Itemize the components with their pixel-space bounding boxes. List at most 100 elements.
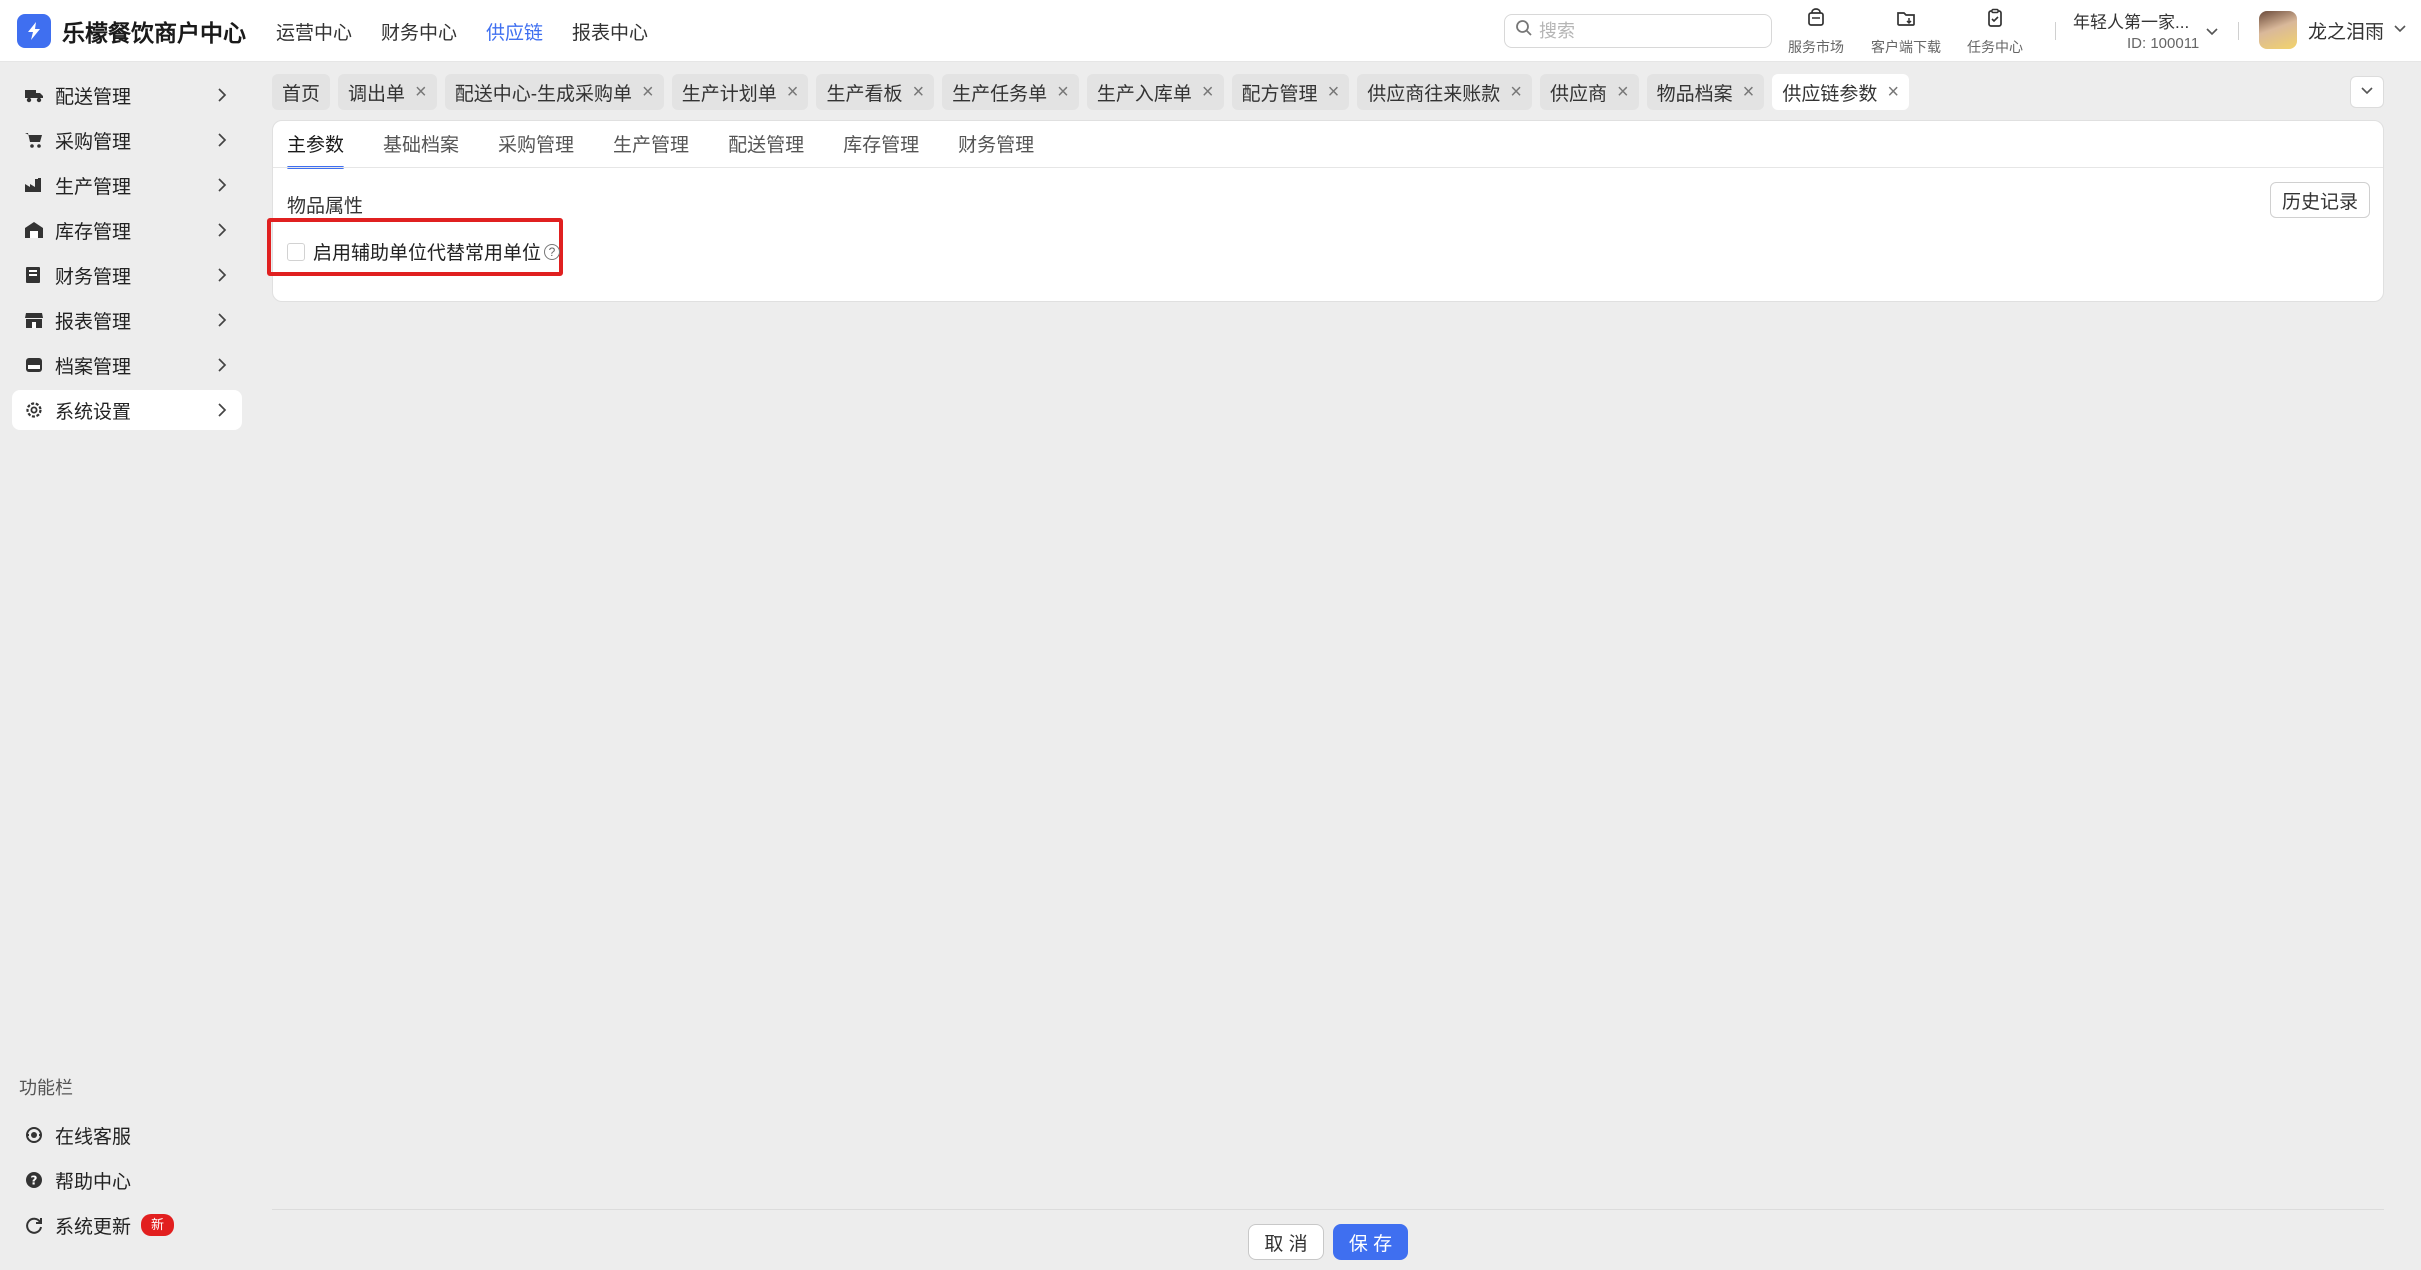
- headset-icon: [24, 1125, 44, 1145]
- tab-production-task[interactable]: 生产任务单 ×: [942, 74, 1079, 110]
- lemon-logo-icon: [17, 14, 51, 48]
- tab-transfer-out[interactable]: 调出单 ×: [338, 74, 437, 110]
- tab-supply-chain-params[interactable]: 供应链参数 ×: [1772, 74, 1910, 110]
- close-icon[interactable]: ×: [1328, 82, 1340, 102]
- topnav-operations[interactable]: 运营中心: [276, 18, 352, 45]
- close-icon[interactable]: ×: [415, 82, 427, 102]
- sidebar-item-system-update[interactable]: 系统更新 新: [12, 1205, 242, 1245]
- client-download-label: 客户端下载: [1871, 39, 1941, 55]
- topnav-finance[interactable]: 财务中心: [381, 18, 457, 45]
- user-name: 龙之泪雨: [2308, 21, 2385, 43]
- subtab-delivery[interactable]: 配送管理: [728, 130, 804, 167]
- sidebar-item-reports[interactable]: 报表管理: [12, 300, 242, 340]
- sidebar-item-label: 库存管理: [55, 221, 132, 243]
- close-icon[interactable]: ×: [642, 82, 654, 102]
- close-icon[interactable]: ×: [787, 82, 799, 102]
- close-icon[interactable]: ×: [1057, 82, 1069, 102]
- sidebar-item-label: 生产管理: [55, 176, 132, 198]
- tab-label: 生产任务单: [952, 83, 1048, 105]
- sidebar-item-inventory[interactable]: 库存管理: [12, 210, 242, 250]
- aux-unit-checkbox[interactable]: [287, 242, 305, 261]
- topnav-supply-chain[interactable]: 供应链: [486, 18, 543, 45]
- service-market-label: 服务市场: [1788, 39, 1844, 55]
- app-title: 乐檬餐饮商户中心: [62, 20, 246, 46]
- service-market-button[interactable]: 服务市场: [1788, 8, 1844, 57]
- archive-box-icon: [24, 355, 44, 375]
- sidebar: 配送管理 采购管理 生产管理 库存管理 财务管理 报表管理 档案管理 系统设置 …: [0, 62, 252, 1270]
- close-icon[interactable]: ×: [1202, 82, 1214, 102]
- search-input[interactable]: [1539, 20, 1759, 42]
- app-logo[interactable]: 乐檬餐饮商户中心: [17, 14, 246, 48]
- tab-home[interactable]: 首页: [272, 74, 331, 110]
- tab-label: 供应链参数: [1782, 83, 1878, 105]
- refresh-icon: [24, 1215, 44, 1235]
- truck-icon: [24, 85, 44, 105]
- function-bar-title: 功能栏: [19, 1078, 73, 1098]
- chevron-right-icon: [214, 86, 230, 110]
- tab-list-dropdown-button[interactable]: [2350, 76, 2384, 108]
- tab-production-inbound[interactable]: 生产入库单 ×: [1086, 74, 1224, 110]
- sidebar-item-delivery[interactable]: 配送管理: [12, 75, 242, 115]
- subtab-purchase[interactable]: 采购管理: [498, 130, 574, 167]
- top-bar: 乐檬餐饮商户中心 运营中心 财务中心 供应链 报表中心 服务市场 客户端下载 任…: [0, 0, 2421, 62]
- tab-recipe[interactable]: 配方管理 ×: [1231, 74, 1350, 110]
- subtab-production[interactable]: 生产管理: [613, 130, 689, 167]
- aux-unit-checkbox-label: 启用辅助单位代替常用单位: [313, 243, 542, 264]
- settings-panel: 主参数 基础档案 采购管理 生产管理 配送管理 库存管理 财务管理 物品属性 历…: [267, 120, 2384, 302]
- store-switcher[interactable]: 年轻人第一家... ID: 100011: [2073, 8, 2218, 52]
- top-nav: 运营中心 财务中心 供应链 报表中心: [276, 0, 677, 62]
- tab-supplier-accounts[interactable]: 供应商往来账款 ×: [1357, 74, 1532, 110]
- tab-label: 供应商: [1549, 83, 1607, 105]
- subtab-main-params[interactable]: 主参数: [287, 130, 345, 169]
- user-menu[interactable]: 龙之泪雨: [2259, 11, 2407, 49]
- chevron-right-icon: [214, 221, 230, 245]
- tab-item-archive[interactable]: 物品档案 ×: [1646, 74, 1765, 110]
- tab-label: 供应商往来账款: [1367, 83, 1501, 105]
- save-button[interactable]: 保 存: [1333, 1224, 1408, 1260]
- store-name: 年轻人第一家...: [2073, 13, 2190, 32]
- tab-label: 配送中心-生成采购单: [454, 83, 633, 105]
- close-icon[interactable]: ×: [1510, 82, 1522, 102]
- new-badge: 新: [141, 1214, 175, 1236]
- close-icon[interactable]: ×: [1617, 82, 1629, 102]
- divider: [2238, 22, 2239, 40]
- history-button[interactable]: 历史记录: [2270, 182, 2370, 218]
- warehouse-icon: [24, 220, 44, 240]
- subtab-finance[interactable]: 财务管理: [958, 130, 1034, 167]
- sidebar-item-label: 帮助中心: [55, 1171, 132, 1193]
- subtab-base-archive[interactable]: 基础档案: [383, 130, 459, 167]
- chevron-down-icon: [2360, 81, 2374, 103]
- tab-production-plan[interactable]: 生产计划单 ×: [671, 74, 809, 110]
- chevron-right-icon: [214, 356, 230, 380]
- subtab-inventory[interactable]: 库存管理: [843, 130, 919, 167]
- folder-download-icon: [1896, 8, 1916, 34]
- sidebar-item-label: 系统设置: [55, 401, 132, 423]
- close-icon[interactable]: ×: [912, 82, 924, 102]
- tab-label: 调出单: [348, 83, 406, 105]
- sidebar-item-finance[interactable]: 财务管理: [12, 255, 242, 295]
- task-center-button[interactable]: 任务中心: [1967, 8, 2023, 57]
- sidebar-item-settings[interactable]: 系统设置: [12, 390, 242, 430]
- search-box: [1504, 14, 1772, 48]
- sidebar-item-production[interactable]: 生产管理: [12, 165, 242, 205]
- close-icon[interactable]: ×: [1887, 82, 1899, 102]
- cancel-button[interactable]: 取 消: [1248, 1224, 1324, 1260]
- tab-generate-po[interactable]: 配送中心-生成采购单 ×: [444, 74, 664, 110]
- store-id: ID: 100011: [2127, 35, 2200, 52]
- sidebar-item-purchase[interactable]: 采购管理: [12, 120, 242, 160]
- tab-supplier[interactable]: 供应商 ×: [1539, 74, 1639, 110]
- chevron-right-icon: [214, 401, 230, 425]
- question-mark-icon[interactable]: ?: [544, 243, 561, 260]
- sidebar-item-archives[interactable]: 档案管理: [12, 345, 242, 385]
- page-tab-bar: 首页 调出单 × 配送中心-生成采购单 × 生产计划单 × 生产看板 × 生产任务单 × …: [272, 74, 1917, 110]
- chevron-right-icon: [214, 266, 230, 290]
- sidebar-item-help-center[interactable]: ? 帮助中心: [12, 1160, 242, 1200]
- chevron-down-icon: [2393, 19, 2407, 41]
- close-icon[interactable]: ×: [1743, 82, 1755, 102]
- aux-unit-option[interactable]: 启用辅助单位代替常用单位 ?: [287, 238, 561, 265]
- topnav-reports[interactable]: 报表中心: [572, 18, 648, 45]
- tab-label: 配方管理: [1241, 83, 1318, 105]
- client-download-button[interactable]: 客户端下载: [1871, 8, 1941, 57]
- tab-production-board[interactable]: 生产看板 ×: [816, 74, 935, 110]
- sidebar-item-online-service[interactable]: 在线客服: [12, 1115, 242, 1155]
